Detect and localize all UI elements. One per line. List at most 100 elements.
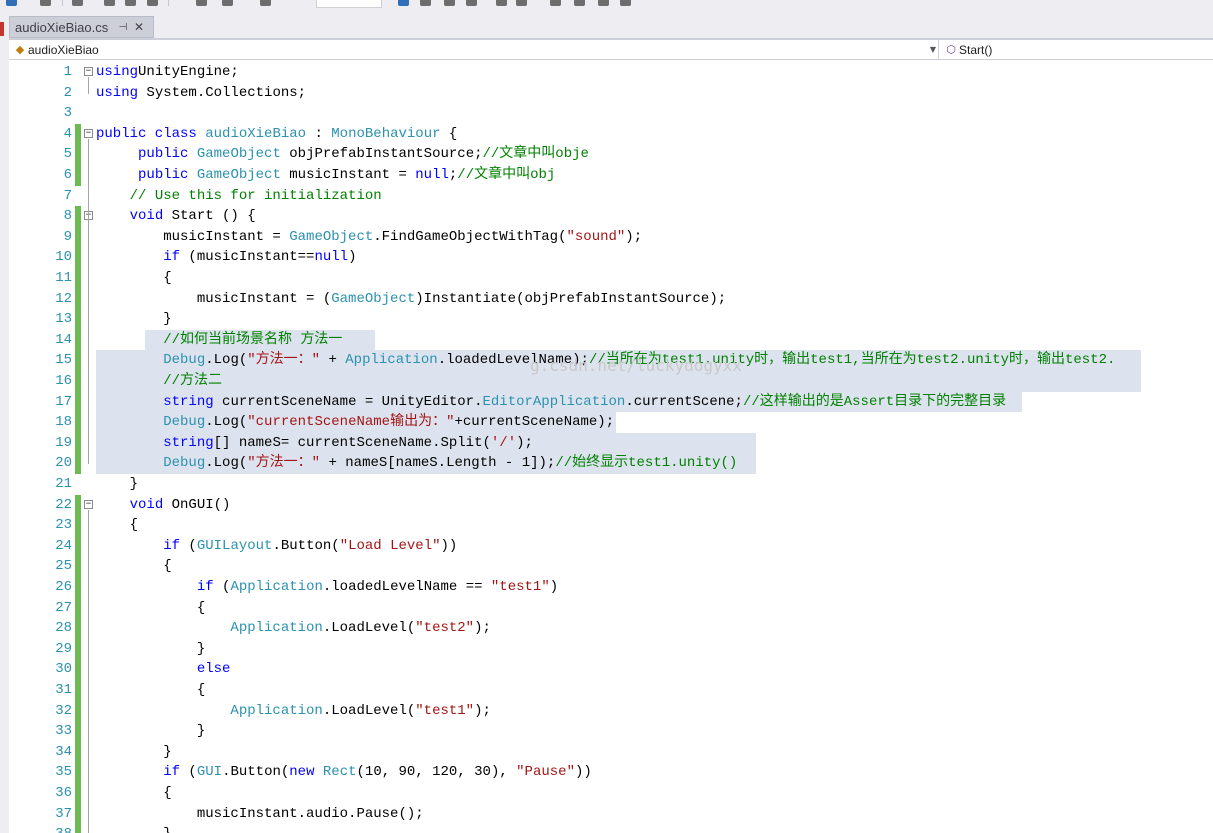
code-line[interactable]: 13 } xyxy=(9,309,1213,330)
code-line[interactable]: 9 musicInstant = GameObject.FindGameObje… xyxy=(9,226,1213,248)
code-text: musicInstant.audio.Pause(); xyxy=(96,804,424,825)
change-marker xyxy=(75,618,81,639)
close-icon[interactable]: ✕ xyxy=(131,20,147,34)
code-token: System.Collections; xyxy=(138,84,307,101)
collapse-icon[interactable]: − xyxy=(84,499,93,509)
code-line[interactable]: 30 else xyxy=(9,659,1213,680)
toolbox-indicator[interactable] xyxy=(0,22,4,36)
paste-icon[interactable] xyxy=(125,0,136,6)
code-text: public GameObject objPrefabInstantSource… xyxy=(96,144,589,165)
indent-icon[interactable] xyxy=(496,0,507,6)
code-text: } xyxy=(96,639,205,660)
code-line[interactable]: 19 string[] nameS= currentSceneName.Spli… xyxy=(9,432,1213,454)
code-line[interactable]: 14 //如何当前场景名称 方法一 xyxy=(9,329,1213,351)
back-icon[interactable] xyxy=(196,0,207,6)
forward-icon[interactable] xyxy=(222,0,233,6)
code-token: GameObject xyxy=(289,228,374,245)
code-line[interactable]: 3 xyxy=(9,103,1213,124)
code-line[interactable]: 17 string currentSceneName = UnityEditor… xyxy=(9,391,1213,413)
format-icon[interactable] xyxy=(420,0,431,6)
code-token: ); xyxy=(474,620,491,637)
toolbar xyxy=(0,0,1213,14)
code-token: Application xyxy=(230,579,323,595)
change-marker xyxy=(75,206,81,227)
new-file-icon[interactable] xyxy=(72,0,83,6)
uncomment-icon[interactable] xyxy=(574,0,585,6)
code-line[interactable]: 23 { xyxy=(9,515,1213,536)
copy-icon[interactable] xyxy=(104,0,115,6)
line-number: 33 xyxy=(55,723,72,740)
save-icon[interactable] xyxy=(147,0,158,6)
line-number: 2 xyxy=(63,84,72,101)
class-dropdown[interactable]: ◆ audioXieBiao xyxy=(12,40,936,59)
code-line[interactable]: 5 public GameObject objPrefabInstantSour… xyxy=(9,144,1213,165)
code-line[interactable]: 22 − void OnGUI() xyxy=(9,494,1213,516)
code-editor[interactable]: 1− usingUnityEngine; 2 using System.Collect… xyxy=(9,61,1213,833)
code-line[interactable]: 21 } xyxy=(9,474,1213,495)
code-line[interactable]: 31 { xyxy=(9,680,1213,701)
code-line[interactable]: 18 Debug.Log("currentSceneName输出为："+curr… xyxy=(9,412,1213,433)
line-number: 11 xyxy=(55,270,72,286)
line-number: 21 xyxy=(55,476,72,492)
collapse-icon[interactable]: − xyxy=(84,128,93,138)
change-marker xyxy=(75,288,81,310)
code-text: if (GUI.Button(new Rect(10, 90, 120, 30)… xyxy=(96,762,592,783)
code-line[interactable]: 25 { xyxy=(9,556,1213,577)
member-dropdown[interactable]: ⬡ Start() xyxy=(943,40,1213,59)
line-number: 8 xyxy=(63,208,72,225)
comment-icon[interactable] xyxy=(550,0,561,6)
pin-icon[interactable]: ⊣ xyxy=(115,22,131,33)
collapse-icon[interactable]: − xyxy=(84,67,93,76)
code-line[interactable]: 1 − usingUnityEngine; xyxy=(9,62,1213,83)
code-line[interactable]: 6 public GameObject musicInstant = null;… xyxy=(9,165,1213,186)
code-line[interactable]: 32 Application.LoadLevel("test1"); xyxy=(9,700,1213,722)
code-line[interactable]: 37 musicInstant.audio.Pause(); xyxy=(9,803,1213,825)
code-token: } xyxy=(96,640,206,657)
code-token: "Pause" xyxy=(516,764,575,781)
window-icon[interactable] xyxy=(444,0,455,6)
find-icon[interactable] xyxy=(398,0,409,6)
code-token: Application xyxy=(230,702,323,719)
code-line[interactable]: 26 if (Application.loadedLevelName == "t… xyxy=(9,577,1213,598)
redo-icon[interactable] xyxy=(40,0,51,6)
code-line[interactable]: 24 if (GUILayout.Button("Load Level")) xyxy=(9,535,1213,557)
start-debug-icon[interactable] xyxy=(260,0,271,6)
code-token: ( xyxy=(180,537,197,554)
undo-icon[interactable] xyxy=(6,0,17,6)
code-line[interactable]: 28 Application.LoadLevel("test2"); xyxy=(9,618,1213,639)
outdent-icon[interactable] xyxy=(516,0,527,6)
code-line[interactable]: 11 { xyxy=(9,268,1213,289)
code-line[interactable]: 33 } xyxy=(9,721,1213,742)
code-line[interactable]: 36 { xyxy=(9,783,1213,804)
line-number: 29 xyxy=(55,640,72,657)
bookmark-prev-icon[interactable] xyxy=(620,0,631,6)
code-line[interactable]: 8− void Start () { xyxy=(9,206,1213,227)
code-token: public class xyxy=(96,125,197,142)
change-marker xyxy=(75,638,81,660)
code-token: musicInstant = ( xyxy=(96,290,332,307)
code-line[interactable]: 34 } xyxy=(9,741,1213,763)
code-line[interactable]: 2 using System.Collections; xyxy=(9,83,1213,104)
tab-audioxiebiao-cs[interactable]: audioXieBiao.cs ⊣ ✕ xyxy=(9,16,154,38)
line-number: 37 xyxy=(55,805,72,822)
code-text: if (GUILayout.Button("Load Level")) xyxy=(96,536,457,557)
code-line[interactable]: 20 Debug.Log("方法一：" + nameS[nameS.Length… xyxy=(9,453,1213,474)
code-line[interactable]: 27 { xyxy=(9,597,1213,619)
code-line[interactable]: 35 if (GUI.Button(new Rect(10, 90, 120, … xyxy=(9,762,1213,783)
configuration-dropdown[interactable] xyxy=(316,0,382,8)
change-marker xyxy=(75,515,81,536)
bookmark-next-icon[interactable] xyxy=(598,0,609,6)
code-line[interactable]: 10 if (musicInstant==null) xyxy=(9,247,1213,268)
code-line[interactable]: 7 // Use this for initialization xyxy=(9,186,1213,207)
change-marker xyxy=(75,577,81,598)
code-line[interactable]: 4 − public class audioXieBiao : MonoBehavi… xyxy=(9,123,1213,145)
code-line[interactable]: 12 musicInstant = (GameObject)Instantiat… xyxy=(9,288,1213,310)
code-line[interactable]: 38 } xyxy=(9,824,1213,833)
line-number: 16 xyxy=(55,373,72,389)
code-line[interactable]: 29 } xyxy=(9,638,1213,660)
bookmark-icon[interactable] xyxy=(466,0,477,6)
code-text: musicInstant = (GameObject)Instantiate(o… xyxy=(96,289,726,310)
